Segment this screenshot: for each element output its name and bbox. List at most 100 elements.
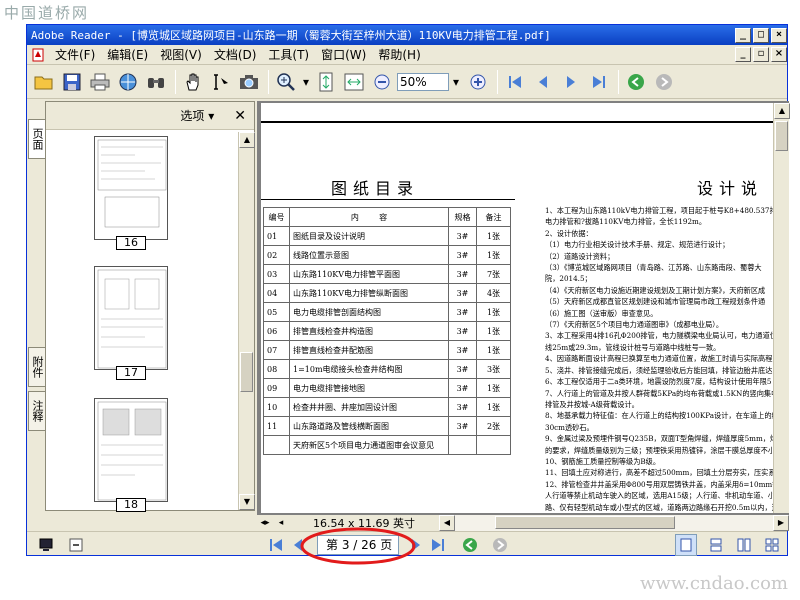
table-row: 03 山东路110KV电力排管平面图 3# 7张 <box>263 264 511 284</box>
cell-number: 01 <box>263 226 290 246</box>
pane-header: 选项 ▾ ✕ <box>46 102 254 130</box>
tab-comments[interactable]: 注释 <box>28 391 45 431</box>
last-page-icon[interactable] <box>586 69 612 95</box>
doc-close-button[interactable]: × <box>771 47 787 62</box>
status-back-icon[interactable] <box>459 534 481 556</box>
doc-minimize-button[interactable]: _ <box>735 47 751 62</box>
tab-pages[interactable]: 页面 <box>28 119 45 159</box>
panel-tabs: 页面 附件 注释 <box>27 101 45 511</box>
cell-spec: 3# <box>448 378 477 398</box>
layout-view-icon[interactable] <box>35 534 57 556</box>
scroll-left-mini-icon[interactable]: ◂ <box>273 518 289 528</box>
watermark-top: 中国道桥网 <box>4 4 90 22</box>
menu-view[interactable]: 视图(V) <box>154 46 208 63</box>
note-line: 30cm透砂石。 <box>545 422 594 432</box>
scroll-up-icon[interactable]: ▲ <box>239 132 255 148</box>
hand-tool-icon[interactable] <box>180 69 206 95</box>
go-back-icon[interactable] <box>623 69 649 95</box>
page-thumbnail-18[interactable] <box>94 398 168 502</box>
single-page-view-icon[interactable] <box>675 533 697 556</box>
maximize-button[interactable]: □ <box>753 27 769 43</box>
document-scroll-thumb[interactable] <box>775 121 788 151</box>
go-forward-icon[interactable] <box>651 69 677 95</box>
note-line: 2、设计依据： <box>545 228 593 238</box>
options-menu[interactable]: 选项 ▾ <box>180 107 214 124</box>
cell-content: 山东路110KV电力排管纵断面图 <box>289 283 449 303</box>
watermark-bottom: www.cndao.com <box>640 573 788 594</box>
toolbar: ▾ 50% ▾ <box>27 65 787 99</box>
note-line: 8、地基承载力特征值：在人行道上的结构按100KPa设计，在车道上的结构 <box>545 411 786 421</box>
menu-tools[interactable]: 工具(T) <box>262 46 315 63</box>
fit-page-icon[interactable] <box>313 69 339 95</box>
snapshot-camera-icon[interactable] <box>236 69 262 95</box>
thumbnail-scroll-thumb[interactable] <box>240 352 253 392</box>
thumbnail-scrollbar[interactable]: ▲ ▼ <box>238 132 255 510</box>
note-line: 5、浇井、排管接缝完成后，须经监理验收后方能回填，排管边胎井底达 <box>545 365 773 375</box>
scroll-split-icon[interactable]: ◂▸ <box>257 518 273 528</box>
cell-remark: 1张 <box>476 321 511 341</box>
menu-file[interactable]: 文件(F) <box>49 46 101 63</box>
tab-attachments[interactable]: 附件 <box>28 347 45 387</box>
page-thumbnail-17[interactable] <box>94 266 168 370</box>
zoom-dropdown-arrow-icon[interactable]: ▾ <box>301 69 311 95</box>
document-scrollbar[interactable]: ▲ <box>773 103 790 513</box>
table-row: 09 电力电缆排管接地图 3# 1张 <box>263 378 511 398</box>
print-icon[interactable] <box>87 69 113 95</box>
note-line: （2）道路设计资料； <box>545 251 615 261</box>
next-page-icon[interactable] <box>558 69 584 95</box>
search-binoculars-icon[interactable] <box>143 69 169 95</box>
note-line: 10、钢筋施工质量控制等级为B级。 <box>545 456 661 466</box>
scroll-up-icon[interactable]: ▲ <box>774 103 790 119</box>
toolbar-separator <box>618 69 619 94</box>
panel-toggle-icon[interactable] <box>65 534 87 556</box>
thumbnail-label-17: 17 <box>116 366 146 380</box>
close-window-button[interactable]: × <box>771 27 787 43</box>
footer-row: 天府新区5个项目电力通道图审会议意见 <box>289 435 449 455</box>
menu-help[interactable]: 帮助(H) <box>372 46 426 63</box>
navigation-panel: 页面 附件 注释 选项 ▾ ✕ 16 17 18 ▲ ▼ <box>27 101 255 512</box>
zoom-in-tool-icon[interactable] <box>273 69 299 95</box>
fit-width-icon[interactable] <box>341 69 367 95</box>
zoom-in-icon[interactable] <box>465 69 491 95</box>
status-forward-icon[interactable] <box>489 534 511 556</box>
cell-content: 山东路110KV电力排管平面图 <box>289 264 449 284</box>
open-folder-icon[interactable] <box>31 69 57 95</box>
status-last-page-icon[interactable] <box>427 534 449 556</box>
cell-number: 03 <box>263 264 290 284</box>
doc-restore-button[interactable]: ▫ <box>753 47 769 62</box>
page-thumbnail-16[interactable] <box>94 136 168 240</box>
previous-page-icon[interactable] <box>530 69 556 95</box>
zoom-level-input[interactable]: 50% <box>397 72 449 91</box>
minimize-button[interactable]: _ <box>735 27 751 43</box>
cell-spec: 3# <box>448 302 477 322</box>
zoom-out-icon[interactable] <box>369 69 395 95</box>
page-number-group: 第 3 / 26 页 <box>300 527 416 564</box>
horizontal-scroll-track[interactable] <box>455 515 773 531</box>
zoom-level-dropdown-icon[interactable]: ▾ <box>449 69 463 95</box>
facing-view-icon[interactable] <box>733 534 755 556</box>
cell-remark: 1张 <box>476 340 511 360</box>
select-text-icon[interactable] <box>208 69 234 95</box>
note-line: 线25m或29.3m，管线设计桩号与道路中线桩号一致。 <box>545 342 721 352</box>
continuous-view-icon[interactable] <box>705 534 727 556</box>
cell-content: 线路位置示意图 <box>289 245 449 265</box>
save-icon[interactable] <box>59 69 85 95</box>
scroll-left-icon[interactable]: ◀ <box>439 515 455 531</box>
cell-number: 02 <box>263 245 290 265</box>
menu-edit[interactable]: 编辑(E) <box>101 46 154 63</box>
cell-spec: 3# <box>448 340 477 360</box>
scroll-right-icon[interactable]: ▶ <box>773 515 789 531</box>
status-first-page-icon[interactable] <box>265 534 287 556</box>
email-globe-icon[interactable] <box>115 69 141 95</box>
menu-window[interactable]: 窗口(W) <box>315 46 372 63</box>
horizontal-scroll-thumb[interactable] <box>495 516 675 529</box>
cell-number: 10 <box>263 397 290 417</box>
note-line: 4、因道路断面设计高程已换算至电力通道位置，故施工时请与实际高程 <box>545 354 773 364</box>
continuous-facing-view-icon[interactable] <box>761 534 783 556</box>
cell-remark: 2张 <box>476 416 511 436</box>
cell-content: 图纸目录及设计说明 <box>289 226 449 246</box>
first-page-icon[interactable] <box>502 69 528 95</box>
scroll-down-icon[interactable]: ▼ <box>239 494 255 510</box>
menu-document[interactable]: 文档(D) <box>208 46 263 63</box>
close-pane-icon[interactable]: ✕ <box>234 108 246 124</box>
